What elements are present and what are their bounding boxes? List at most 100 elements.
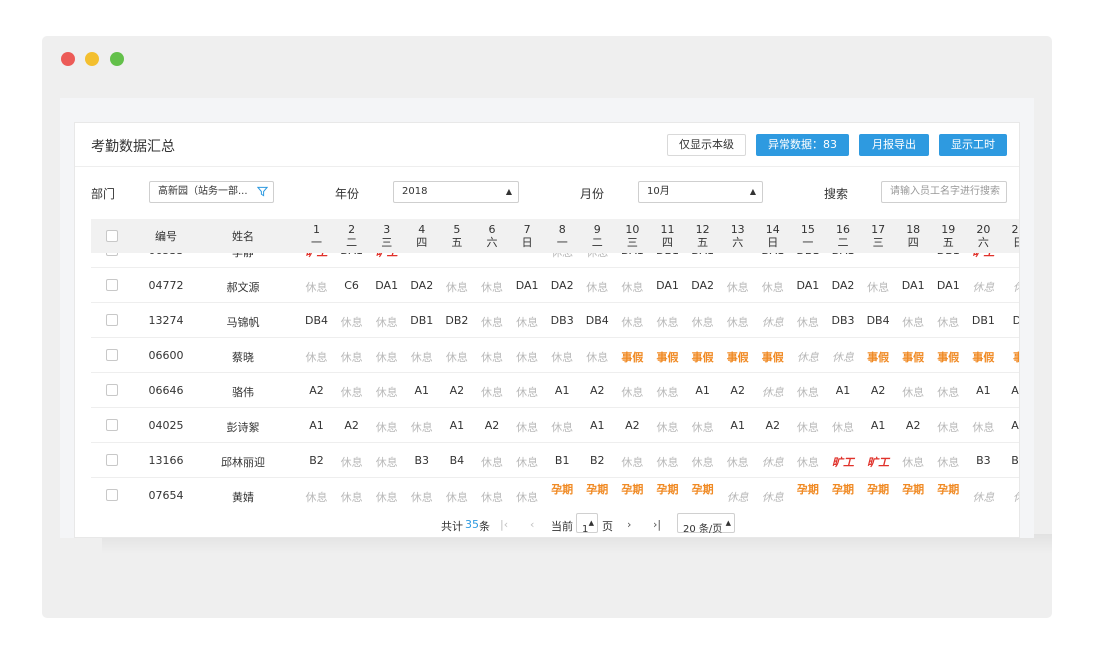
table-row[interactable]: 13166 邱林丽迎 B2 休息 休息 B3 B4 休息 休息 B1 B2 休息 休息 休息 休息 休息 休息旷…	[91, 443, 1019, 478]
attendance-cell[interactable]: 休息	[369, 489, 404, 503]
attendance-cell[interactable]: DA2	[404, 279, 439, 292]
attendance-cell[interactable]: 休息	[650, 314, 685, 330]
attendance-cell[interactable]: C6	[334, 279, 369, 292]
employee-name[interactable]: 彭诗絮	[213, 419, 273, 435]
attendance-cell[interactable]: 休息	[475, 349, 510, 365]
attendance-cell[interactable]: A1	[439, 419, 474, 432]
attendance-cell[interactable]: 孕期	[580, 481, 615, 497]
table-row[interactable]: 07654 黄婧 休息 休息 休息 休息 休息 休息 休息 孕期 孕期 孕期 孕期 孕期 休息 休息 孕期 孕期孕…	[91, 478, 1019, 503]
attendance-cell[interactable]: 休息	[475, 279, 510, 295]
employee-name[interactable]: 李静	[213, 253, 273, 260]
attendance-cell[interactable]: 休息	[861, 279, 896, 295]
attendance-cell[interactable]: DB3	[545, 314, 580, 327]
row-checkbox[interactable]	[106, 253, 118, 256]
attendance-cell[interactable]: 旷工	[369, 253, 404, 260]
attendance-cell[interactable]: DB1	[790, 253, 825, 257]
attendance-cell[interactable]: 休息	[720, 454, 755, 470]
attendance-cell[interactable]: A1	[1001, 419, 1019, 432]
attendance-cell[interactable]: B3	[966, 454, 1001, 467]
attendance-cell[interactable]: 休息	[896, 384, 931, 400]
only-level-button[interactable]: 仅显示本级	[667, 134, 746, 156]
attendance-cell[interactable]: 休息	[510, 419, 545, 435]
first-page-icon[interactable]: |‹	[500, 518, 508, 531]
attendance-cell[interactable]: A1	[966, 384, 1001, 397]
attendance-cell[interactable]: 休息	[896, 454, 931, 470]
attendance-cell[interactable]: 休息	[475, 384, 510, 400]
attendance-cell[interactable]: A1	[826, 384, 861, 397]
attendance-cell[interactable]: DB4	[861, 314, 896, 327]
attendance-cell[interactable]: DA1	[931, 279, 966, 292]
attendance-cell[interactable]: B3	[404, 454, 439, 467]
row-checkbox[interactable]	[106, 489, 118, 501]
attendance-cell[interactable]: 休息	[720, 279, 755, 295]
attendance-cell[interactable]: 休息	[615, 314, 650, 330]
attendance-cell[interactable]: 孕期	[685, 481, 720, 497]
attendance-cell[interactable]: 事假	[861, 349, 896, 365]
employee-search-input[interactable]: 请输入员工名字进行搜索	[881, 181, 1007, 203]
attendance-cell[interactable]: 休息	[755, 314, 790, 330]
attendance-cell[interactable]: 休息	[826, 419, 861, 435]
employee-name[interactable]: 黄婧	[213, 489, 273, 503]
attendance-cell[interactable]: A1	[545, 384, 580, 397]
attendance-cell[interactable]: DB1	[931, 253, 966, 257]
attendance-cell[interactable]: 事假	[755, 349, 790, 365]
filter-icon[interactable]	[257, 186, 268, 197]
attendance-cell[interactable]: 休息	[896, 314, 931, 330]
table-row[interactable]: 04772 郝文源 休息 C6 DA1 DA2 休息 休息 DA1 DA2 休息 休息 DA1 DA2 休息…	[91, 268, 1019, 303]
select-all-checkbox[interactable]	[106, 230, 118, 242]
attendance-cell[interactable]: 孕期	[790, 481, 825, 497]
attendance-cell[interactable]: DA1	[685, 253, 720, 257]
row-checkbox[interactable]	[106, 419, 118, 431]
attendance-cell[interactable]: 休息	[475, 489, 510, 503]
attendance-cell[interactable]: 旷工	[861, 454, 896, 470]
attendance-cell[interactable]: DB1	[650, 253, 685, 257]
attendance-cell[interactable]: 休息	[510, 384, 545, 400]
page-number-input[interactable]: 1 ▲	[576, 513, 598, 535]
attendance-cell[interactable]: 休息	[685, 314, 720, 330]
table-row[interactable]: 04025 彭诗絮 A1 A2 休息 休息 A1 A2 休息 休息 A1 A2 休息 休息 A1 A2 休息 休息…	[91, 408, 1019, 443]
attendance-cell[interactable]: 休息	[931, 454, 966, 470]
attendance-cell[interactable]: 休息	[475, 314, 510, 330]
attendance-cell[interactable]: 休息	[510, 454, 545, 470]
attendance-cell[interactable]: A1	[861, 419, 896, 432]
attendance-cell[interactable]: 休息	[334, 384, 369, 400]
employee-name[interactable]: 马锦帆	[213, 314, 273, 330]
attendance-cell[interactable]: A2	[439, 384, 474, 397]
attendance-cell[interactable]: A2	[755, 419, 790, 432]
attendance-cell[interactable]: 休息	[404, 489, 439, 503]
attendance-cell[interactable]: 事假	[720, 349, 755, 365]
attendance-cell[interactable]: 休息	[510, 314, 545, 330]
attendance-cell[interactable]: 休息	[369, 314, 404, 330]
attendance-cell[interactable]: A1	[299, 419, 334, 432]
attendance-cell[interactable]: 休息	[439, 349, 474, 365]
attendance-cell[interactable]: 休息	[510, 349, 545, 365]
attendance-cell[interactable]: 休息	[580, 279, 615, 295]
attendance-cell[interactable]: 休息	[790, 349, 825, 365]
attendance-cell[interactable]: DB4	[299, 314, 334, 327]
employee-name[interactable]: 蔡晓	[213, 349, 273, 365]
attendance-cell[interactable]: 休息	[369, 454, 404, 470]
employee-name[interactable]: 骆伟	[213, 384, 273, 400]
page-size-select[interactable]: 20 条/页 ▲	[677, 513, 735, 535]
attendance-cell[interactable]: 事假	[896, 349, 931, 365]
attendance-cell[interactable]: B4	[1001, 454, 1019, 467]
attendance-cell[interactable]: DA1	[510, 279, 545, 292]
close-window-button[interactable]	[61, 52, 75, 66]
attendance-cell[interactable]: DA1	[615, 253, 650, 257]
attendance-cell[interactable]: 孕期	[545, 481, 580, 497]
attendance-cell[interactable]: B2	[299, 454, 334, 467]
attendance-cell[interactable]: 休息	[720, 489, 755, 503]
last-page-icon[interactable]: ›|	[653, 518, 661, 531]
attendance-cell[interactable]: 休息	[720, 314, 755, 330]
maximize-window-button[interactable]	[110, 52, 124, 66]
attendance-cell[interactable]: 休息	[966, 279, 1001, 295]
attendance-cell[interactable]: A2	[475, 419, 510, 432]
show-hours-button[interactable]: 显示工时	[939, 134, 1007, 156]
attendance-cell[interactable]: 休息	[931, 384, 966, 400]
attendance-cell[interactable]: DB3	[826, 314, 861, 327]
next-page-icon[interactable]: ›	[627, 518, 631, 531]
attendance-cell[interactable]: 休息	[966, 489, 1001, 503]
attendance-cell[interactable]: 休息	[439, 489, 474, 503]
attendance-cell[interactable]: DI	[1001, 314, 1019, 327]
row-checkbox[interactable]	[106, 349, 118, 361]
